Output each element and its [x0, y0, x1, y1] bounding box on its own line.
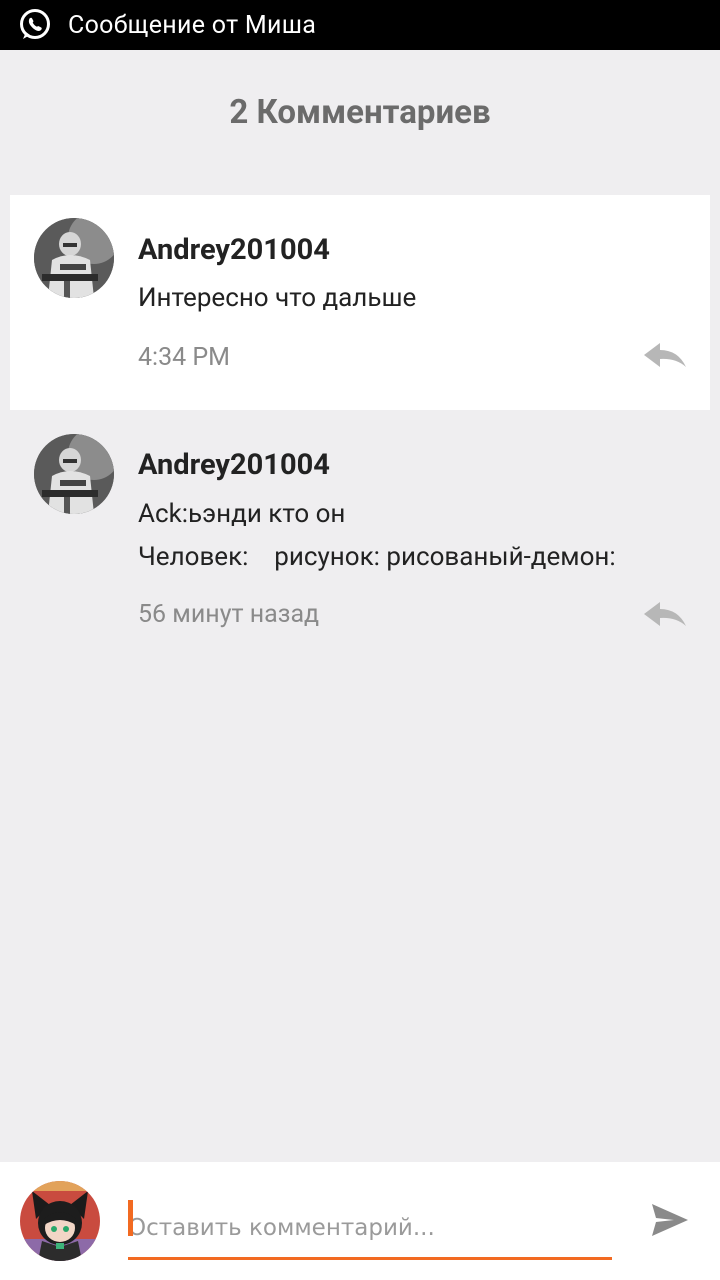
comment-item: Andrey201004 Интересно что дальше 4:34 P…: [10, 195, 710, 410]
comment-text: Ack:ьэнди кто он: [138, 499, 346, 529]
reply-icon[interactable]: [642, 600, 688, 630]
comment-composer: [0, 1162, 720, 1280]
comment-text: Человек: рисунок: рисованый-демон:: [138, 542, 616, 572]
comment-username[interactable]: Andrey201004: [138, 448, 330, 482]
page-title: 2 Комментариев: [229, 93, 491, 132]
comment-text: Интересно что дальше: [138, 283, 417, 313]
comment-username[interactable]: Andrey201004: [138, 233, 330, 267]
text-cursor: [128, 1200, 133, 1236]
comment-time: 56 минут назад: [138, 600, 320, 629]
comment-input[interactable]: [128, 1200, 612, 1256]
notification-text: Сообщение от Миша: [68, 10, 317, 40]
comment-item: Andrey201004 Ack:ьэнди кто он Человек: р…: [10, 412, 710, 652]
anime-girl-avatar[interactable]: [20, 1181, 100, 1261]
input-underline: [128, 1257, 612, 1260]
soldier-avatar[interactable]: [34, 434, 114, 514]
send-icon[interactable]: [650, 1202, 690, 1238]
reply-icon[interactable]: [642, 341, 688, 371]
comment-input-wrapper: [128, 1200, 612, 1260]
soldier-avatar[interactable]: [34, 218, 114, 298]
whatsapp-icon: [17, 7, 53, 43]
comment-time: 4:34 PM: [138, 343, 231, 372]
notification-bar[interactable]: Сообщение от Миша: [0, 0, 720, 50]
